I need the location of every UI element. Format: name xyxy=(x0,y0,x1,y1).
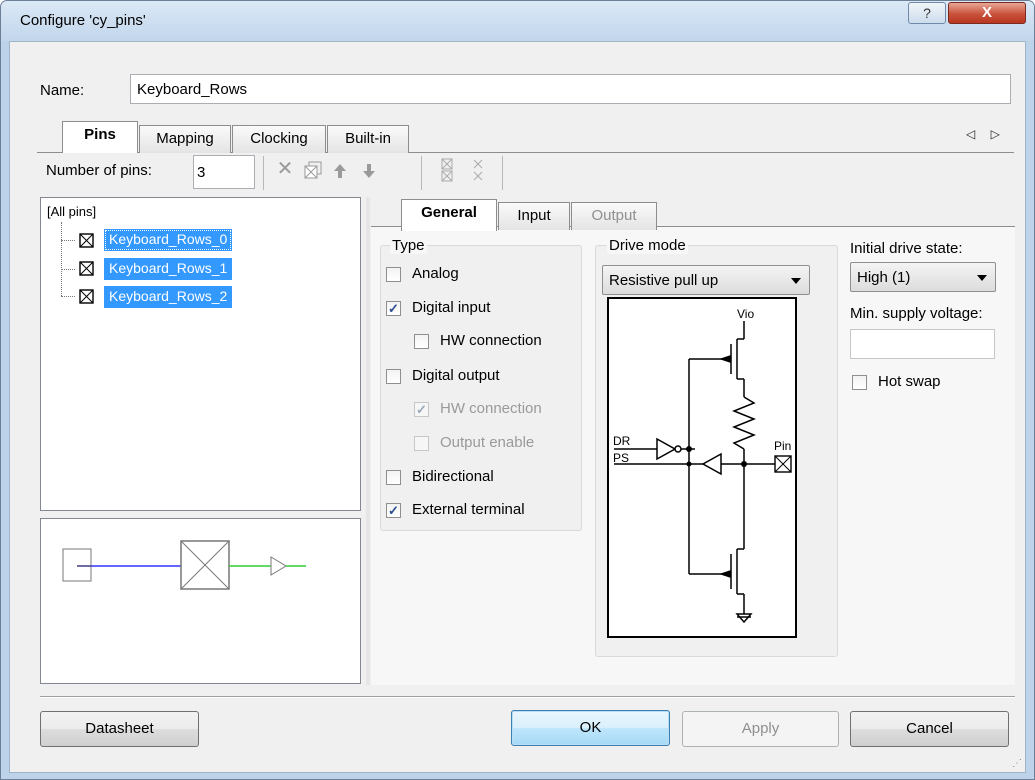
output-enable-label: Output enable xyxy=(440,434,535,451)
tree-connector xyxy=(61,240,75,241)
type-group-title: Type xyxy=(390,237,427,254)
chevron-down-icon xyxy=(977,275,987,281)
initial-drive-state-value: High (1) xyxy=(857,269,911,286)
pin-symbol-icon xyxy=(79,233,95,253)
number-of-pins-label: Number of pins: xyxy=(46,162,152,179)
digital-output-checkbox[interactable] xyxy=(386,369,401,384)
tab-mapping[interactable]: Mapping xyxy=(139,125,231,153)
external-terminal-label[interactable]: External terminal xyxy=(412,501,525,518)
apply-button: Apply xyxy=(682,711,839,747)
panel-splitter[interactable] xyxy=(366,197,370,685)
toolbar-separator xyxy=(421,156,422,190)
drive-mode-value: Resistive pull up xyxy=(609,272,719,289)
toolbar-separator xyxy=(263,156,264,190)
bottom-separator xyxy=(40,696,1015,698)
min-supply-voltage-label: Min. supply voltage: xyxy=(850,305,983,322)
tab-input[interactable]: Input xyxy=(498,202,570,230)
number-of-pins-input[interactable]: 3 xyxy=(193,155,255,189)
pin-label: Pin xyxy=(774,439,792,453)
tab-pins[interactable]: Pins xyxy=(62,121,138,153)
tree-connector xyxy=(61,269,75,270)
tab-scroll-arrows-icon[interactable]: ◁ ▷ xyxy=(966,127,1006,141)
cancel-button[interactable]: Cancel xyxy=(850,711,1009,747)
output-hw-connection-label: HW connection xyxy=(440,400,542,417)
drive-mode-title: Drive mode xyxy=(607,237,688,254)
ok-button[interactable]: OK xyxy=(511,710,670,746)
initial-drive-state-dropdown[interactable]: High (1) xyxy=(850,262,996,292)
output-enable-checkbox xyxy=(414,436,429,451)
window-title: Configure 'cy_pins' xyxy=(20,12,146,29)
input-hw-connection-label[interactable]: HW connection xyxy=(440,332,542,349)
delete-pin-icon[interactable]: ✕ xyxy=(275,156,295,181)
hot-swap-checkbox[interactable] xyxy=(852,375,867,390)
digital-input-label[interactable]: Digital input xyxy=(412,299,490,316)
tree-root-all-pins[interactable]: [All pins] xyxy=(47,204,96,219)
name-label: Name: xyxy=(40,82,85,99)
copy-pin-icon[interactable] xyxy=(304,161,322,179)
digital-input-checkbox[interactable]: ✓ xyxy=(386,301,401,316)
pin-symbol-icon xyxy=(79,261,95,281)
hot-swap-label[interactable]: Hot swap xyxy=(878,373,941,390)
tab-built-in[interactable]: Built-in xyxy=(327,125,409,153)
type-group xyxy=(380,245,582,531)
vio-label: Vio xyxy=(737,307,755,321)
tree-item-pin-2[interactable]: Keyboard_Rows_2 xyxy=(104,286,233,308)
move-down-icon[interactable] xyxy=(363,164,375,182)
move-up-icon[interactable] xyxy=(334,164,346,182)
bidirectional-label[interactable]: Bidirectional xyxy=(412,468,494,485)
output-hw-connection-checkbox: ✓ xyxy=(414,402,429,417)
tree-item-pin-1[interactable]: Keyboard_Rows_1 xyxy=(104,258,233,280)
chevron-down-icon xyxy=(791,278,801,284)
unpair-pins-icon[interactable] xyxy=(472,158,484,186)
check-mark-icon: ✓ xyxy=(388,503,399,518)
external-terminal-checkbox[interactable]: ✓ xyxy=(386,503,401,518)
name-input[interactable]: Keyboard_Rows xyxy=(130,74,1011,104)
tab-clocking[interactable]: Clocking xyxy=(232,125,326,153)
pin-symbol-preview xyxy=(40,518,361,684)
drive-mode-schematic: Vio DR PS Pin xyxy=(607,297,797,638)
tree-connector xyxy=(61,296,75,297)
drive-mode-dropdown[interactable]: Resistive pull up xyxy=(602,265,810,295)
datasheet-button[interactable]: Datasheet xyxy=(40,711,199,747)
help-button[interactable]: ? xyxy=(908,2,946,24)
tree-connector xyxy=(61,222,62,296)
close-button[interactable]: X xyxy=(948,2,1026,24)
analog-label[interactable]: Analog xyxy=(412,265,459,282)
bidirectional-checkbox[interactable] xyxy=(386,470,401,485)
tree-item-pin-0[interactable]: Keyboard_Rows_0 xyxy=(104,229,233,251)
min-supply-voltage-input[interactable] xyxy=(850,329,995,359)
pair-pins-icon[interactable] xyxy=(441,158,453,186)
dr-label: DR xyxy=(613,434,631,448)
pin-symbol-icon xyxy=(79,289,95,309)
ps-label: PS xyxy=(613,451,630,465)
resize-grip-icon[interactable]: ⋰ xyxy=(1012,758,1022,769)
tab-general[interactable]: General xyxy=(401,199,497,231)
pin-preview-diagram xyxy=(62,540,306,590)
digital-output-label[interactable]: Digital output xyxy=(412,367,500,384)
analog-checkbox[interactable] xyxy=(386,267,401,282)
tab-output[interactable]: Output xyxy=(571,202,657,230)
title-bar[interactable] xyxy=(1,1,1034,41)
check-mark-icon: ✓ xyxy=(416,402,427,417)
toolbar-separator xyxy=(502,156,503,190)
check-mark-icon: ✓ xyxy=(388,301,399,316)
initial-drive-state-label: Initial drive state: xyxy=(850,240,963,257)
input-hw-connection-checkbox[interactable] xyxy=(414,334,429,349)
